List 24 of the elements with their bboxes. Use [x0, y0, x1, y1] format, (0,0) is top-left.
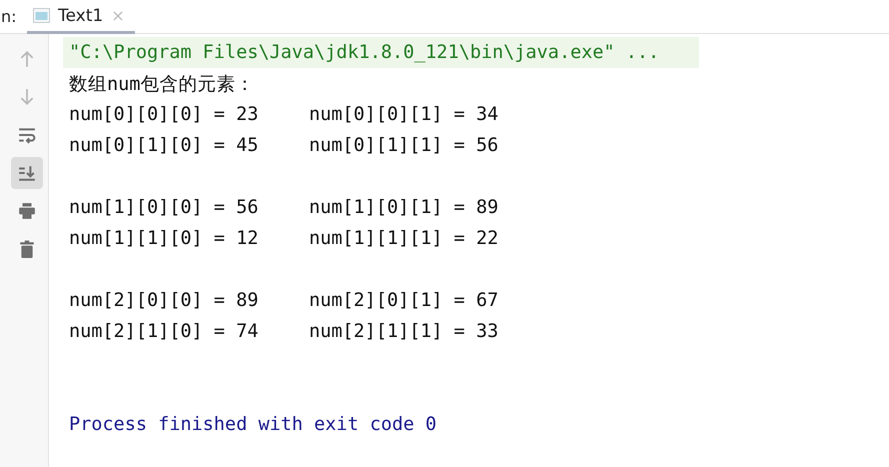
output-text: num[2][0][1] = 67 — [309, 290, 498, 311]
output-text: num[1][1][1] = 22 — [309, 228, 498, 249]
panel-label: n: — [0, 6, 18, 28]
output-text: num[0][0][0] = 23 — [69, 104, 260, 125]
soft-wrap-icon — [18, 126, 36, 144]
printer-icon — [18, 202, 36, 220]
down-arrow-icon — [18, 88, 36, 106]
output-text: num[2][1][1] = 33 — [309, 321, 498, 342]
output-text: num[1][1][0] = 12 — [69, 228, 260, 249]
output-text: num[1][0][0] = 56 — [69, 197, 260, 218]
output-text: num[0][1][0] = 45 — [69, 135, 260, 156]
up-arrow-icon — [18, 50, 36, 68]
output-text: num[2][0][0] = 89 — [69, 290, 260, 311]
output-text: num[1][0][1] = 89 — [309, 197, 498, 218]
output-text: 数组num包含的元素： — [69, 73, 254, 96]
trash-icon — [18, 240, 36, 258]
output-text: num[2][1][0] = 74 — [69, 321, 260, 342]
file-icon — [33, 8, 50, 23]
output-text: num[0][0][1] = 34 — [309, 104, 498, 125]
exit-message: Process finished with exit code 0 — [69, 414, 437, 435]
command-line: "C:\Program Files\Java\jdk1.8.0_121\bin\java.exe" ... — [69, 42, 660, 63]
output-text: num[0][1][1] = 56 — [309, 135, 498, 156]
scroll-to-end-icon — [18, 164, 36, 182]
scroll-to-end-button[interactable] — [11, 157, 43, 189]
